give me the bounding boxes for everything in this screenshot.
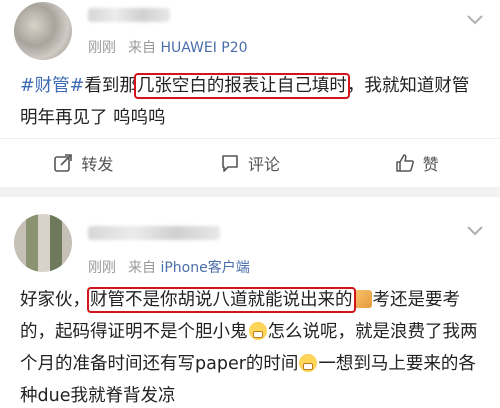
highlighted-text: 财管不是你胡说八道就能说出来的	[87, 287, 356, 313]
post-divider	[0, 187, 500, 197]
post-content: 好家伙，财管不是你胡说八道就能说出来的 考还是要考的，起码得证明不是个胆小鬼 怎么说…	[20, 284, 486, 408]
chevron-down-icon[interactable]	[466, 225, 484, 237]
post-time: 刚刚	[88, 260, 116, 276]
avatar[interactable]	[14, 2, 72, 60]
like-icon	[395, 153, 414, 172]
grin-emoji	[299, 354, 318, 372]
weibo-post-1: 刚刚 来自 HUAWEI P20 #财管#看到那几张空白的报表让自己填时，我就知道…	[0, 0, 500, 187]
repost-icon	[54, 153, 73, 172]
source-device[interactable]: HUAWEI P20	[160, 40, 247, 56]
repost-button[interactable]: 转发	[0, 151, 167, 175]
source-prefix: 来自	[128, 260, 156, 276]
username-blurred[interactable]	[88, 8, 170, 22]
highlighted-text: 几张空白的报表让自己填时	[133, 73, 350, 99]
username-blurred[interactable]	[88, 226, 220, 240]
thumbs-up-emoji	[353, 290, 372, 308]
chevron-down-icon[interactable]	[466, 14, 484, 26]
comment-label: 评论	[248, 154, 281, 174]
content-text: 看到那	[84, 76, 137, 96]
content-text: 好家伙，	[20, 290, 90, 310]
avatar[interactable]	[14, 214, 72, 272]
source-prefix: 来自	[128, 40, 156, 56]
action-bar: 转发 评论 赞	[0, 138, 500, 186]
post-meta: 刚刚 来自 iPhone客户端	[88, 257, 250, 277]
post-meta: 刚刚 来自 HUAWEI P20	[88, 37, 248, 57]
repost-label: 转发	[81, 154, 114, 174]
like-button[interactable]: 赞	[333, 151, 500, 175]
post-time: 刚刚	[88, 40, 116, 56]
grin-emoji	[248, 322, 267, 340]
source-device[interactable]: iPhone客户端	[160, 260, 249, 276]
topic-tag[interactable]: #财管#	[20, 76, 84, 96]
like-label: 赞	[422, 154, 439, 174]
weibo-post-2: 刚刚 来自 iPhone客户端 好家伙，财管不是你胡说八道就能说出来的 考还是要考的…	[0, 197, 500, 408]
comment-icon	[222, 154, 238, 172]
post-content: #财管#看到那几张空白的报表让自己填时，我就知道财管明年再见了 呜呜呜	[20, 70, 486, 134]
comment-button[interactable]: 评论	[167, 151, 334, 175]
